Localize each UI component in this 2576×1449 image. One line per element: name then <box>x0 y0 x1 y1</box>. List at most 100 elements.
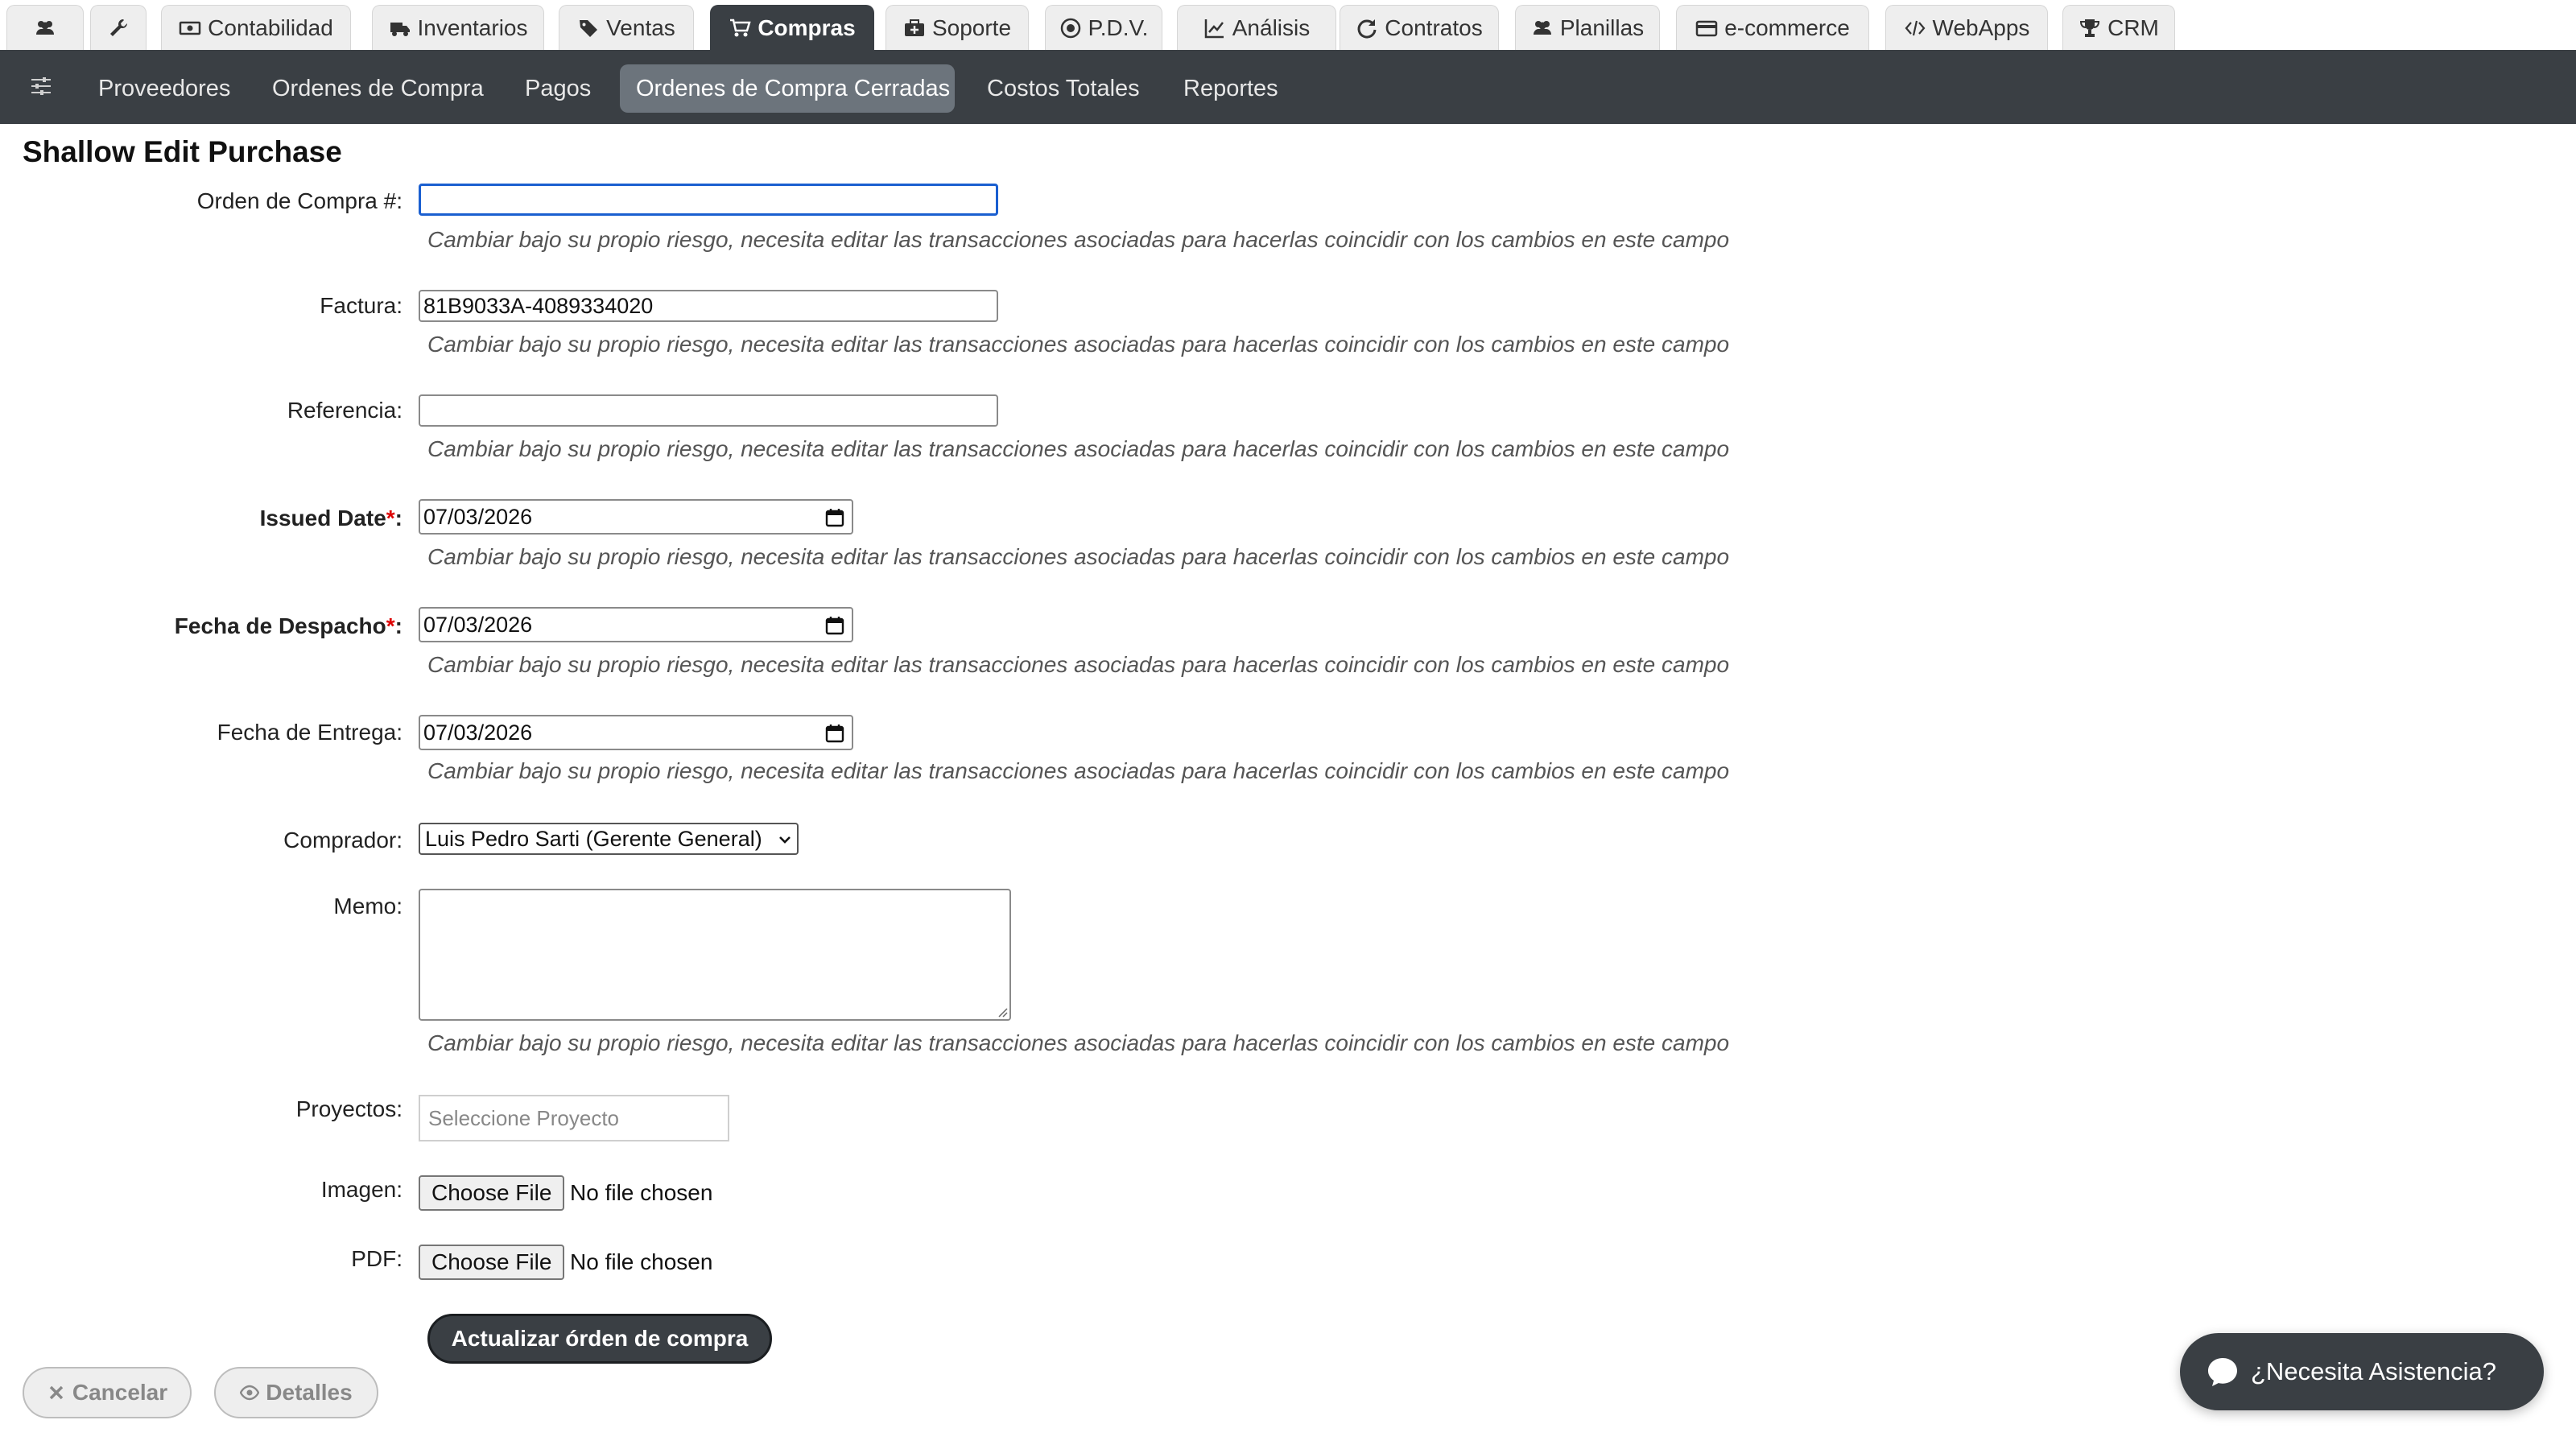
memo-label: Memo: <box>333 894 402 919</box>
tab-label: Planillas <box>1559 14 1645 40</box>
help-chat-label: ¿Necesita Asistencia? <box>2251 1357 2496 1385</box>
pdf-choose-file-button[interactable]: Choose File <box>419 1245 565 1280</box>
referencia-input[interactable] <box>419 394 998 427</box>
tab-contabilidad[interactable]: Contabilidad <box>161 5 351 50</box>
tab-planillas[interactable]: Planillas <box>1515 5 1660 50</box>
tab-label: e-commerce <box>1724 14 1850 40</box>
tab-inventarios[interactable]: Inventarios <box>372 5 544 50</box>
comprador-select[interactable]: Luis Pedro Sarti (Gerente General) <box>419 823 799 855</box>
pdf-label: PDF: <box>351 1246 402 1271</box>
memo-textarea[interactable] <box>419 889 1011 1021</box>
refresh-icon <box>1357 19 1377 39</box>
cart-icon <box>730 19 751 36</box>
top-tab-bar: Contabilidad Inventarios Ventas Compras … <box>0 0 2576 51</box>
factura-input[interactable] <box>419 290 998 322</box>
credit-card-icon <box>1695 20 1718 36</box>
tab-pdv[interactable]: P.D.V. <box>1045 5 1162 50</box>
tab-compras[interactable]: Compras <box>710 5 874 50</box>
calendar-icon[interactable] <box>824 507 845 528</box>
money-icon <box>179 21 201 35</box>
imagen-file-status: No file chosen <box>570 1180 713 1205</box>
tab-ecommerce[interactable]: e-commerce <box>1676 5 1869 50</box>
help-chat-button[interactable]: ¿Necesita Asistencia? <box>2180 1333 2544 1410</box>
chat-bubble-icon <box>2208 1358 2237 1386</box>
comprador-selected: Luis Pedro Sarti (Gerente General) <box>425 826 762 851</box>
tab-label: Contratos <box>1385 14 1483 40</box>
fecha-despacho-value: 07/03/2026 <box>423 612 533 637</box>
fecha-despacho-label-text: Fecha de Despacho <box>174 613 386 638</box>
details-button[interactable]: Detalles <box>214 1367 378 1418</box>
issued-date-label: Issued Date*: <box>260 506 402 531</box>
tab-label: Soporte <box>931 14 1012 40</box>
label-colon: : <box>394 613 402 638</box>
tab-soporte[interactable]: Soporte <box>886 5 1029 50</box>
target-icon <box>1060 18 1080 38</box>
tab-label: WebApps <box>1932 14 2030 40</box>
fecha-despacho-help: Cambiar bajo su propio riesgo, necesita … <box>427 652 1730 677</box>
orden-help: Cambiar bajo su propio riesgo, necesita … <box>427 227 1730 252</box>
subnav-ordenes-de-compra[interactable]: Ordenes de Compra <box>256 64 500 113</box>
orden-label: Orden de Compra #: <box>196 188 402 213</box>
issued-date-help: Cambiar bajo su propio riesgo, necesita … <box>427 544 1730 569</box>
cancel-button[interactable]: Cancelar <box>23 1367 192 1418</box>
pdf-file-status: No file chosen <box>570 1249 713 1274</box>
fecha-despacho-input[interactable]: 07/03/2026 <box>419 607 853 642</box>
label-colon: : <box>394 506 402 530</box>
comprador-label: Comprador: <box>283 828 402 852</box>
close-icon <box>49 1385 64 1400</box>
proyectos-select[interactable]: Seleccione Proyecto <box>419 1095 729 1141</box>
tab-label: CRM <box>2107 14 2159 40</box>
chevron-down-icon <box>779 836 791 844</box>
fecha-entrega-label: Fecha de Entrega: <box>217 720 402 745</box>
fecha-entrega-input[interactable]: 07/03/2026 <box>419 715 853 750</box>
cancel-label: Cancelar <box>72 1380 168 1405</box>
fecha-despacho-label: Fecha de Despacho*: <box>175 613 402 639</box>
required-marker: * <box>386 613 395 638</box>
tab-tools[interactable] <box>90 5 147 50</box>
issued-date-value: 07/03/2026 <box>423 504 533 529</box>
tab-users[interactable] <box>6 5 84 50</box>
memo-help: Cambiar bajo su propio riesgo, necesita … <box>427 1030 1730 1055</box>
proyectos-label: Proyectos: <box>295 1096 402 1121</box>
users-icon <box>1533 20 1551 35</box>
calendar-icon[interactable] <box>824 723 845 744</box>
tab-label: Compras <box>758 14 856 40</box>
subnav-pagos[interactable]: Pagos <box>509 64 607 113</box>
required-marker: * <box>386 506 395 530</box>
calendar-icon[interactable] <box>824 615 845 636</box>
eye-icon <box>240 1385 260 1401</box>
page-title: Shallow Edit Purchase <box>23 135 342 168</box>
factura-label: Factura: <box>320 293 402 318</box>
issued-date-input[interactable]: 07/03/2026 <box>419 499 853 535</box>
medkit-icon <box>904 19 924 36</box>
tab-contratos[interactable]: Contratos <box>1340 5 1499 50</box>
wrench-icon <box>110 19 127 36</box>
tab-label: Contabilidad <box>208 14 333 40</box>
chart-line-icon <box>1204 19 1224 38</box>
tab-webapps[interactable]: WebApps <box>1885 5 2048 50</box>
tab-label: P.D.V. <box>1088 14 1149 40</box>
imagen-label: Imagen: <box>320 1177 402 1202</box>
tab-ventas[interactable]: Ventas <box>559 5 694 50</box>
orden-input[interactable] <box>419 184 998 216</box>
tab-crm[interactable]: CRM <box>2062 5 2175 50</box>
referencia-label: Referencia: <box>287 398 402 423</box>
details-label: Detalles <box>266 1380 353 1405</box>
proyectos-placeholder: Seleccione Proyecto <box>428 1105 620 1130</box>
update-purchase-order-button[interactable]: Actualizar órden de compra <box>427 1314 772 1364</box>
imagen-choose-file-button[interactable]: Choose File <box>419 1175 565 1211</box>
trophy-icon <box>2080 19 2100 37</box>
code-icon <box>1905 20 1925 35</box>
tab-label: Inventarios <box>417 14 528 40</box>
tab-analisis[interactable]: Análisis <box>1177 5 1336 50</box>
subnav-reportes[interactable]: Reportes <box>1167 64 1294 113</box>
referencia-help: Cambiar bajo su propio riesgo, necesita … <box>427 436 1730 461</box>
fecha-entrega-value: 07/03/2026 <box>423 720 533 745</box>
subnav-costos-totales[interactable]: Costos Totales <box>971 64 1156 113</box>
subnav-ordenes-cerradas[interactable]: Ordenes de Compra Cerradas <box>620 64 955 113</box>
resize-grip-icon[interactable] <box>995 1005 1008 1018</box>
tags-icon <box>580 19 598 37</box>
tab-label: Análisis <box>1232 14 1311 40</box>
subnav-proveedores[interactable]: Proveedores <box>82 64 246 113</box>
sliders-icon[interactable] <box>29 74 53 98</box>
